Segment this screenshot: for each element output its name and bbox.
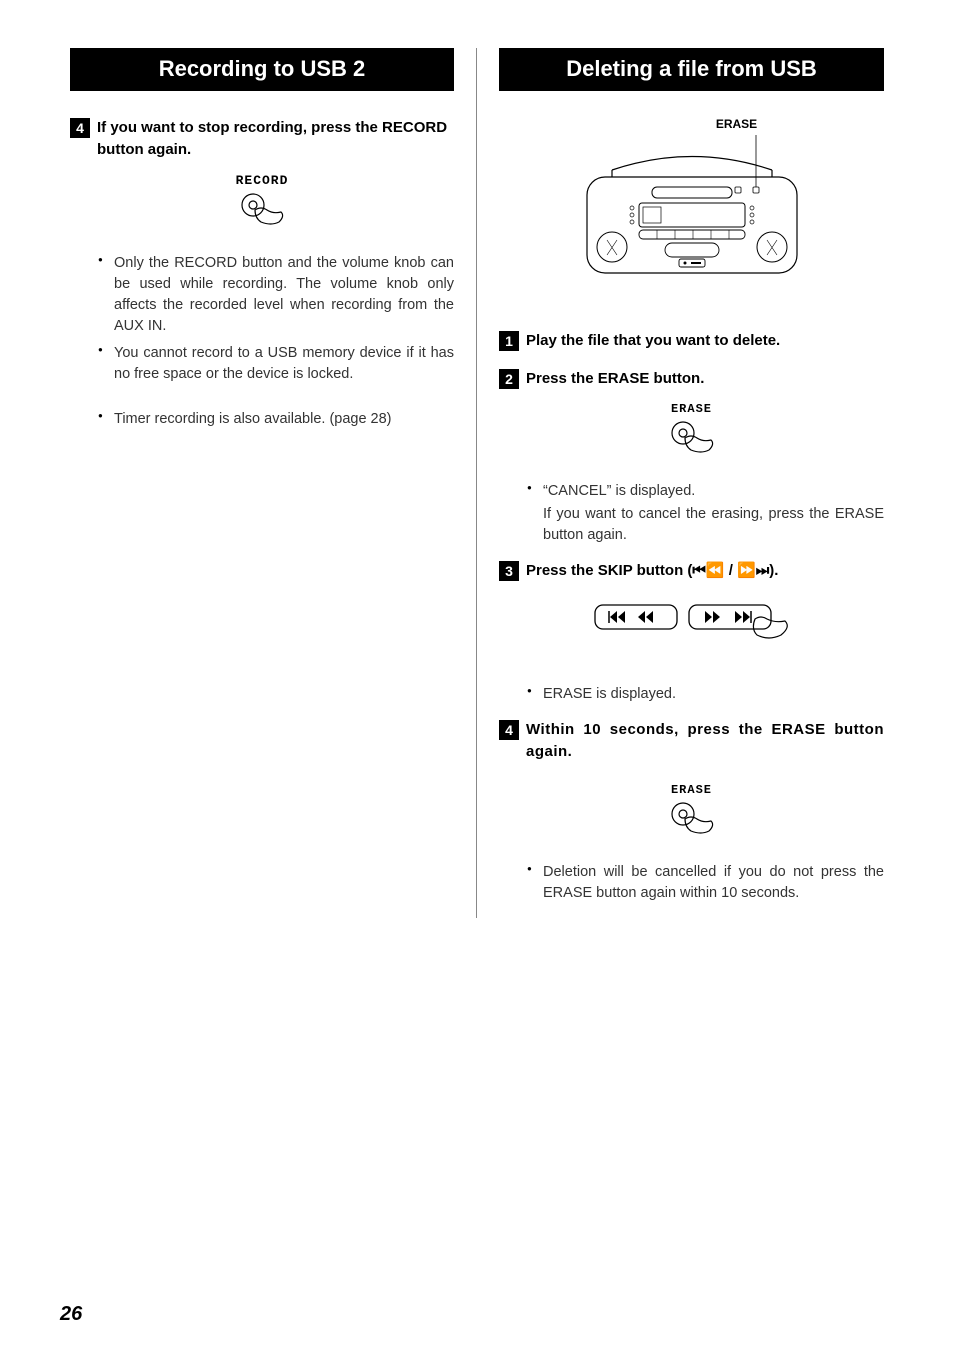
press-hand-icon: [667, 801, 717, 837]
bullet-main: “CANCEL” is displayed.: [543, 483, 695, 499]
right-step-1: 1 Play the file that you want to delete.: [499, 330, 884, 352]
skip-button-illustration: [499, 599, 884, 654]
step-number: 3: [499, 561, 519, 581]
right-section-title: Deleting a file from USB: [499, 48, 884, 91]
skip-buttons-icon: [587, 599, 797, 649]
step3-bullets: ERASE is displayed.: [527, 684, 884, 705]
left-section-title: Recording to USB 2: [70, 48, 454, 91]
page-number: 26: [60, 1303, 82, 1326]
bullet-item: You cannot record to a USB memory device…: [98, 343, 454, 385]
record-button-illustration: RECORD: [70, 173, 454, 233]
step-number: 1: [499, 331, 519, 351]
bullet-item: “CANCEL” is displayed. If you want to ca…: [527, 481, 884, 546]
press-hand-icon: [237, 192, 287, 228]
boombox-icon: [557, 135, 827, 285]
bullet-item: ERASE is displayed.: [527, 684, 884, 705]
step-number: 4: [499, 720, 519, 740]
right-step-2: 2 Press the ERASE button.: [499, 368, 884, 390]
erase-label: ERASE: [499, 783, 884, 797]
press-hand-icon: [667, 420, 717, 456]
erase-button-illustration-1: ERASE: [499, 402, 884, 461]
step2-bullets: “CANCEL” is displayed. If you want to ca…: [527, 481, 884, 546]
right-step-3: 3 Press the SKIP button (⏮⏪ / ⏩⏭).: [499, 560, 884, 582]
step-number: 4: [70, 118, 90, 138]
right-step-4: 4 Within 10 seconds, press the ERASE but…: [499, 719, 884, 763]
bullet-item: Only the RECORD button and the volume kn…: [98, 253, 454, 337]
record-label: RECORD: [70, 173, 454, 188]
erase-label: ERASE: [499, 402, 884, 416]
bullet-item: Timer recording is also available. (page…: [98, 409, 454, 430]
erase-button-illustration-2: ERASE: [499, 783, 884, 842]
step-text: Play the file that you want to delete.: [526, 330, 780, 352]
bullet-sub: If you want to cancel the erasing, press…: [543, 504, 884, 546]
step4-bullets: Deletion will be cancelled if you do not…: [527, 862, 884, 904]
step-text: Within 10 seconds, press the ERASE butto…: [526, 719, 884, 763]
step-number: 2: [499, 369, 519, 389]
erase-top-label: ERASE: [589, 117, 884, 131]
step-text: Press the ERASE button.: [526, 368, 704, 390]
left-step-4: 4 If you want to stop recording, press t…: [70, 117, 454, 161]
bullet-item: Deletion will be cancelled if you do not…: [527, 862, 884, 904]
device-diagram: [499, 135, 884, 290]
step-text: If you want to stop recording, press the…: [97, 117, 454, 161]
left-bullets: Only the RECORD button and the volume kn…: [98, 253, 454, 385]
step-text: Press the SKIP button (⏮⏪ / ⏩⏭).: [526, 560, 778, 582]
left-bullets-2: Timer recording is also available. (page…: [98, 409, 454, 430]
